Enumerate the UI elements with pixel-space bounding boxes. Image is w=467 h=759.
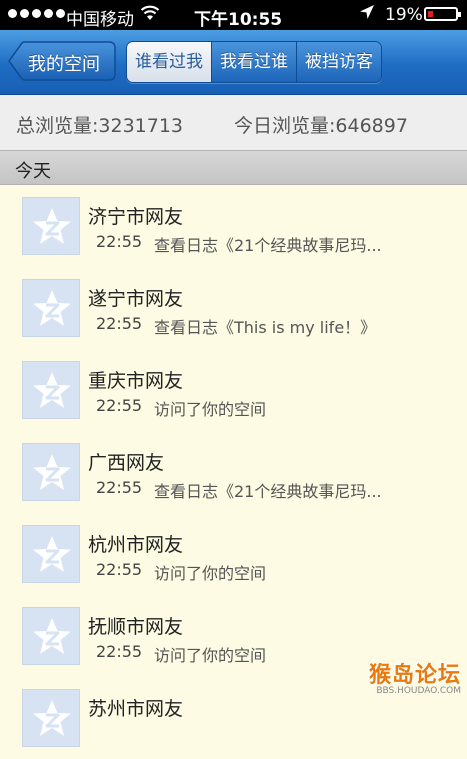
wifi-icon xyxy=(140,4,160,27)
visit-action: 访问了你的空间 xyxy=(154,564,267,583)
visit-time: 22:55 xyxy=(96,560,143,579)
avatar[interactable] xyxy=(22,689,80,747)
visit-time: 22:55 xyxy=(96,314,143,333)
visit-time: 22:55 xyxy=(96,478,143,497)
back-button[interactable]: 我的空间 xyxy=(8,41,116,81)
clock: 下午10:55 xyxy=(194,10,283,30)
avatar[interactable] xyxy=(22,525,80,583)
visit-time: 22:55 xyxy=(96,642,143,661)
section-header-today: 今天 xyxy=(0,150,467,185)
visitor-row[interactable]: 遂宁市网友 22:55 查看日志《This is my life！》 xyxy=(0,267,467,349)
visitor-name: 济宁市网友 xyxy=(88,206,184,228)
location-arrow-icon xyxy=(359,3,375,26)
visitor-row[interactable]: 广西网友 22:55 查看日志《21个经典故事尼玛... xyxy=(0,431,467,513)
visitor-row[interactable]: 重庆市网友 22:55 访问了你的空间 xyxy=(0,349,467,431)
visitor-row[interactable]: 杭州市网友 22:55 访问了你的空间 xyxy=(0,513,467,595)
visit-action: 查看日志《This is my life！》 xyxy=(154,318,377,337)
visitor-tab-group: 谁看过我 我看过谁 被挡访客 xyxy=(126,41,382,83)
section-title: 今天 xyxy=(15,161,51,182)
visitor-name: 重庆市网友 xyxy=(88,370,184,392)
visitor-row[interactable]: 济宁市网友 22:55 查看日志《21个经典故事尼玛... xyxy=(0,185,467,267)
avatar[interactable] xyxy=(22,197,80,255)
watermark-title: 猴岛论坛 xyxy=(368,663,461,688)
battery-percent: 19% xyxy=(385,5,423,25)
visitor-name: 遂宁市网友 xyxy=(88,288,184,310)
tab-blocked-visitors[interactable]: 被挡访客 xyxy=(296,42,381,82)
visit-time: 22:55 xyxy=(96,232,143,251)
tab-who-viewed-me[interactable]: 谁看过我 xyxy=(127,42,211,82)
avatar[interactable] xyxy=(22,279,80,337)
visit-action: 访问了你的空间 xyxy=(154,400,267,419)
visitor-name: 广西网友 xyxy=(88,452,165,474)
view-stats: 总浏览量:3231713 今日浏览量:646897 xyxy=(0,95,467,150)
visit-action: 查看日志《21个经典故事尼玛... xyxy=(154,482,382,501)
visit-time: 22:55 xyxy=(96,396,143,415)
avatar[interactable] xyxy=(22,361,80,419)
watermark: 猴岛论坛 BBS.HOUDAO.COM xyxy=(369,657,461,696)
tab-who-i-viewed[interactable]: 我看过谁 xyxy=(211,42,296,82)
status-bar: 中国移动 下午10:55 19% xyxy=(0,0,467,30)
navigation-bar: 我的空间 谁看过我 我看过谁 被挡访客 xyxy=(0,30,467,95)
avatar[interactable] xyxy=(22,607,80,665)
visitor-name: 杭州市网友 xyxy=(88,534,184,556)
today-views: 今日浏览量:646897 xyxy=(234,115,408,137)
back-button-label: 我的空间 xyxy=(28,54,100,75)
battery-level xyxy=(428,11,433,17)
visit-action: 访问了你的空间 xyxy=(154,646,267,665)
watermark-url: BBS.HOUDAO.COM xyxy=(376,686,461,696)
signal-strength-icon xyxy=(8,9,65,18)
total-views: 总浏览量:3231713 xyxy=(16,115,184,137)
avatar[interactable] xyxy=(22,443,80,501)
carrier-name: 中国移动 xyxy=(66,10,134,30)
visitor-name: 苏州市网友 xyxy=(88,698,184,720)
visitor-name: 抚顺市网友 xyxy=(88,616,184,638)
battery-icon xyxy=(424,7,461,21)
visit-action: 查看日志《21个经典故事尼玛... xyxy=(154,236,382,255)
